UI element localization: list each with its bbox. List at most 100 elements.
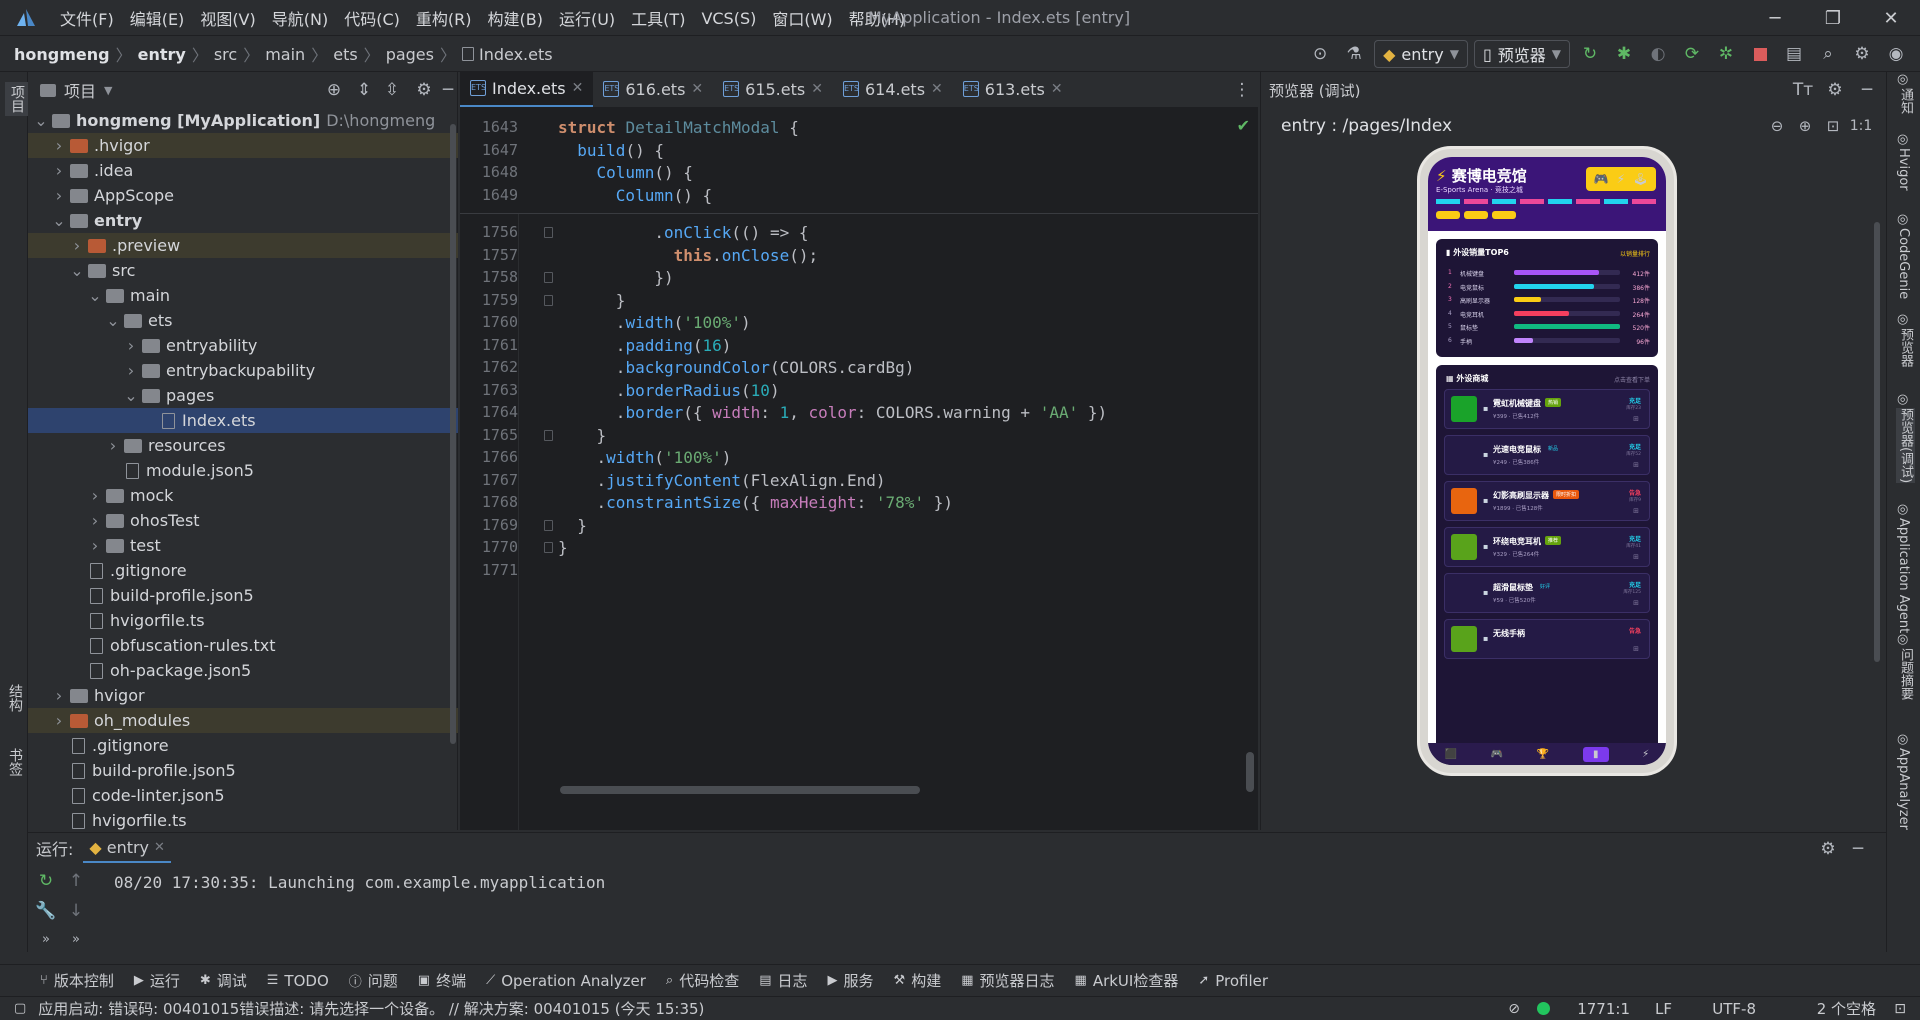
scroll-down-icon[interactable]: ↓ (62, 897, 90, 925)
tree-node[interactable]: ⌄ main (28, 283, 458, 308)
chevron-down-icon[interactable]: ⌄ (122, 386, 140, 405)
code-line[interactable]: Column() { (558, 163, 693, 182)
stop-icon[interactable] (1746, 40, 1774, 68)
tree-node[interactable]: Index.ets (28, 408, 458, 433)
chevron-down-icon[interactable]: ▼ (104, 84, 112, 97)
minimize-icon[interactable]: ─ (1746, 0, 1804, 36)
code-line[interactable]: struct DetailMatchModal { (558, 118, 799, 137)
status-message[interactable]: 应用启动: 错误码: 00401015错误描述: 请先选择一个设备。 // 解决… (38, 998, 704, 1019)
tree-node[interactable]: .gitignore (28, 733, 458, 758)
target-icon[interactable]: ⊙ (1306, 40, 1334, 68)
tool-window-terminal[interactable]: ▣ 终端 (408, 970, 476, 991)
menu-item[interactable]: 窗口(W) (764, 6, 840, 30)
apply-changes-icon[interactable]: ⟳ (1678, 40, 1706, 68)
code-line[interactable]: .borderRadius(10) (558, 381, 780, 400)
right-tool-item[interactable]: Application Agent (1896, 518, 1911, 633)
breadcrumb-item[interactable]: Index.ets (479, 45, 553, 64)
device-select[interactable]: ▯ 预览器 ▼ (1473, 40, 1570, 68)
chevron-right-icon[interactable]: › (104, 436, 122, 455)
shop-item-card[interactable]: ▪ 超滑鼠标垫 好评 ¥59 · 已售520件 充足 库存125 ⊞ (1444, 573, 1650, 613)
more-icon[interactable]: » (62, 925, 90, 953)
chevron-right-icon[interactable]: › (50, 711, 68, 730)
expand-all-icon[interactable]: ⇕ (350, 76, 378, 104)
status-ok-icon[interactable] (1537, 1002, 1550, 1015)
device-manager-icon[interactable]: ▤ (1780, 40, 1808, 68)
editor-tab[interactable]: ETS 614.ets ✕ (833, 71, 953, 107)
profile-icon[interactable]: ✲ (1712, 40, 1740, 68)
editor-tab[interactable]: ETS 615.ets ✕ (713, 71, 833, 107)
close-tab-icon[interactable]: ✕ (1051, 81, 1063, 97)
right-tool-item[interactable]: AppAnalyzer (1896, 748, 1911, 830)
menu-item[interactable]: 编辑(E) (122, 6, 193, 30)
code-line[interactable]: .backgroundColor(COLORS.cardBg) (558, 358, 915, 377)
menu-item[interactable]: 运行(U) (551, 6, 623, 30)
close-icon[interactable]: ✕ (1862, 0, 1920, 36)
nav-home-icon[interactable]: ⬛ (1445, 749, 1457, 760)
tree-node[interactable]: › ohosTest (28, 508, 458, 533)
menu-item[interactable]: 代码(C) (336, 6, 408, 30)
tree-node[interactable]: › entrybackupability (28, 358, 458, 383)
shop-item-card[interactable]: ▪ 环绕电竞耳机 推荐 ¥329 · 已售264件 充足 库存41 ⊞ (1444, 527, 1650, 567)
tree-node[interactable]: › oh_modules (28, 708, 458, 733)
tree-node[interactable]: › test (28, 533, 458, 558)
menu-item[interactable]: 导航(N) (264, 6, 336, 30)
analyzer-icon[interactable]: ◎ (1897, 732, 1908, 747)
top6-row[interactable]: 3 高刷显示器 128件 (1446, 294, 1650, 308)
menu-item[interactable]: 工具(T) (623, 6, 693, 30)
settings-icon[interactable]: ⚙ (1848, 40, 1876, 68)
menu-item[interactable]: 构建(B) (480, 6, 551, 30)
phone-debug-icon[interactable]: ◎ (1897, 392, 1908, 407)
tree-node[interactable]: ⌄ ets (28, 308, 458, 333)
font-size-icon[interactable]: Tт (1789, 76, 1817, 104)
menu-item[interactable]: 视图(V) (192, 6, 263, 30)
tool-window-debug[interactable]: ✱ 调试 (190, 970, 257, 991)
close-tab-icon[interactable]: ✕ (691, 81, 703, 97)
attach-icon[interactable]: ◐ (1644, 40, 1672, 68)
tool-window-problem[interactable]: ⓘ 问题 (339, 970, 408, 991)
tool-window-vcs[interactable]: ⑂ 版本控制 (30, 970, 124, 991)
code-line[interactable]: } (558, 426, 607, 445)
code-line[interactable]: this.onClose(); (558, 246, 819, 265)
top6-row[interactable]: 5 鼠标垫 520件 (1446, 321, 1650, 335)
header-icons-box[interactable]: 🎮 ⚡ 🕹 (1586, 167, 1656, 191)
chevron-right-icon[interactable]: › (122, 336, 140, 355)
cart-icon[interactable]: ⊞ (1633, 415, 1639, 423)
device-screen[interactable]: ⚡ 赛博电竞馆 E-Sports Arena · 竞技之城 🎮 ⚡ 🕹 ▮ 外设销量… (1428, 157, 1666, 765)
right-tool-item[interactable]: 预览器 (1896, 328, 1915, 367)
fold-marker-icon[interactable] (544, 429, 553, 441)
tree-node[interactable]: obfuscation-rules.txt (28, 633, 458, 658)
tree-node[interactable]: .gitignore (28, 558, 458, 583)
cart-icon[interactable]: ⊞ (1633, 645, 1639, 653)
chevron-down-icon[interactable]: ⌄ (86, 286, 104, 305)
tool-window-inspection[interactable]: ⌕ 代码检查 (656, 970, 749, 991)
more-tabs-icon[interactable]: ⋮ (1228, 76, 1256, 104)
tree-node[interactable]: code-linter.json5 (28, 783, 458, 808)
menu-item[interactable]: 重构(R) (408, 6, 480, 30)
tool-window-arkui-inspector[interactable]: ▦ ArkUI检查器 (1065, 970, 1189, 991)
line-separator[interactable]: LF (1655, 1000, 1672, 1018)
nav-game-icon[interactable]: 🎮 (1491, 749, 1503, 760)
chevron-right-icon[interactable]: › (86, 486, 104, 505)
tree-node[interactable]: ⌄ hongmeng [MyApplication] D:\hongmeng (28, 108, 458, 133)
menu-item[interactable]: 文件(F) (52, 6, 122, 30)
code-line[interactable]: .onClick(() => { (558, 223, 808, 242)
zoom-in-icon[interactable]: ⊕ (1791, 112, 1819, 140)
close-tab-icon[interactable]: ✕ (931, 81, 943, 97)
tree-node[interactable]: › mock (28, 483, 458, 508)
cart-icon[interactable]: ⊞ (1633, 599, 1639, 607)
bell-icon[interactable]: ◎ (1897, 72, 1908, 87)
tree-node[interactable]: ⌄ src (28, 258, 458, 283)
fold-marker-icon[interactable] (544, 519, 553, 531)
status-toggle-icon[interactable]: ▢ (14, 1001, 26, 1016)
right-tool-item[interactable]: 通知 (1896, 88, 1915, 114)
search-icon[interactable]: ⌕ (1814, 40, 1842, 68)
tool-window-preview-log[interactable]: ▦ 预览器日志 (951, 970, 1064, 991)
shop-item-card[interactable]: ▪ 霓虹机械键盘 热销 ¥399 · 已售412件 充足 库存23 ⊞ (1444, 389, 1650, 429)
fold-marker-icon[interactable] (544, 272, 553, 283)
close-tab-icon[interactable]: ✕ (811, 81, 823, 97)
fold-marker-icon[interactable] (544, 294, 553, 306)
run-config-select[interactable]: ◆ entry ▼ (1374, 40, 1468, 68)
chevron-right-icon[interactable]: › (50, 186, 68, 205)
tool-window-build[interactable]: ⚒ 构建 (884, 970, 952, 991)
chevron-right-icon[interactable]: › (86, 511, 104, 530)
